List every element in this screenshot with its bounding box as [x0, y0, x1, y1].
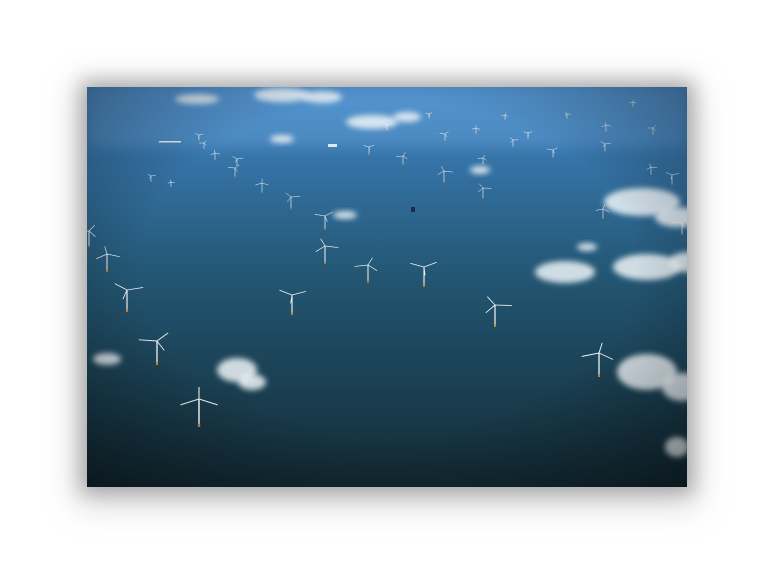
photo-frame	[87, 87, 687, 487]
wind-farm-photo	[87, 87, 687, 487]
page-background	[0, 0, 775, 575]
vignette	[87, 87, 687, 487]
